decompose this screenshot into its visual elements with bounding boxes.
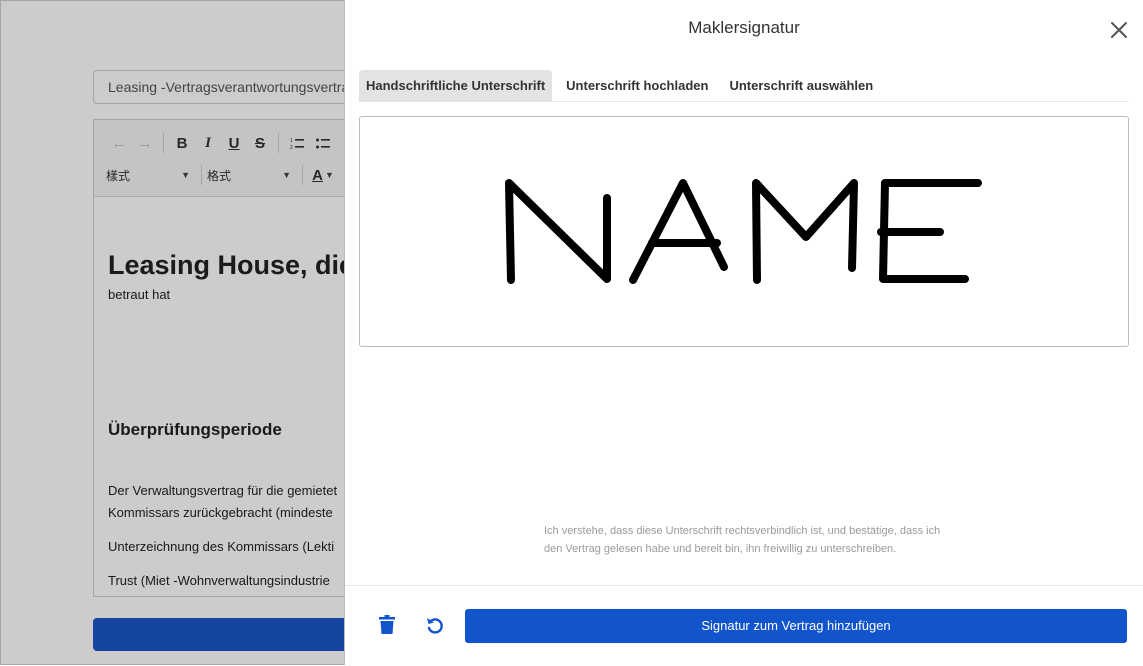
- signature-canvas[interactable]: [359, 116, 1129, 347]
- signature-modal: Maklersignatur Handschriftliche Untersch…: [344, 0, 1143, 665]
- close-icon[interactable]: [1109, 20, 1129, 40]
- handwritten-signature: [505, 179, 982, 284]
- reset-icon[interactable]: [422, 612, 448, 638]
- modal-footer: Signatur zum Vertrag hinzufügen: [345, 585, 1143, 666]
- tab-select[interactable]: Unterschrift auswählen: [722, 70, 880, 101]
- tab-upload[interactable]: Unterschrift hochladen: [559, 70, 715, 101]
- signature-tabs: Handschriftliche Unterschrift Unterschri…: [359, 70, 1129, 102]
- tab-handwritten[interactable]: Handschriftliche Unterschrift: [359, 70, 553, 101]
- add-signature-button[interactable]: Signatur zum Vertrag hinzufügen: [465, 609, 1127, 643]
- modal-title: Maklersignatur: [688, 18, 800, 37]
- legal-consent-text: Ich verstehe, dass diese Unterschrift re…: [544, 525, 941, 555]
- trash-icon[interactable]: [374, 612, 400, 638]
